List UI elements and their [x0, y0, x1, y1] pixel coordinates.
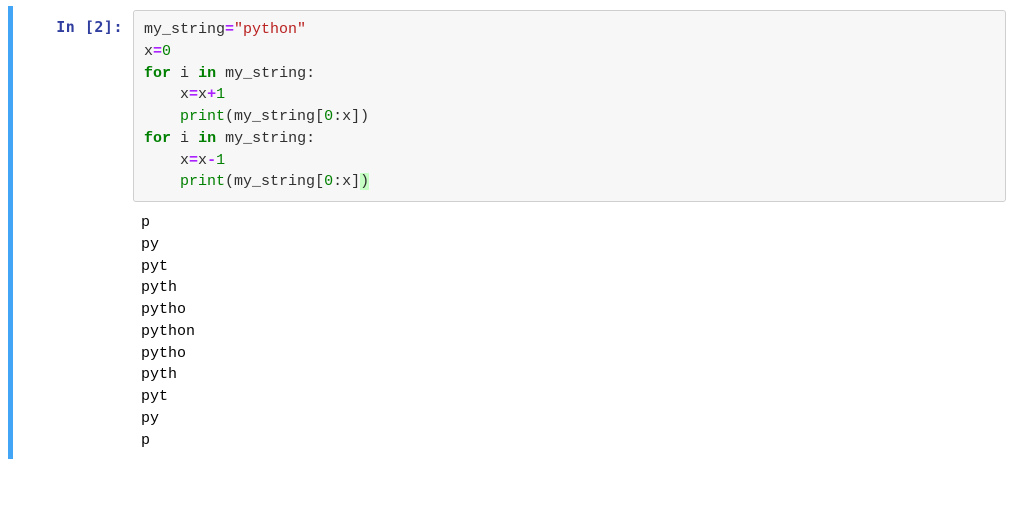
code-token: x: [144, 43, 153, 60]
cell-output: p py pyt pyth pytho python pytho pyth py…: [133, 202, 1006, 455]
code-token: 0: [324, 173, 333, 190]
cell-content: my_string="python" x=0 for i in my_strin…: [133, 10, 1016, 455]
notebook-cell: In [2]: my_string="python" x=0 for i in …: [8, 6, 1016, 459]
indent: [144, 173, 180, 190]
code-token: ]: [351, 108, 360, 125]
code-token: x: [342, 108, 351, 125]
code-token: 1: [216, 152, 225, 169]
code-token: in: [198, 65, 216, 82]
code-token: 0: [162, 43, 171, 60]
code-token: for: [144, 130, 171, 147]
indent: [144, 152, 180, 169]
code-token: :: [333, 173, 342, 190]
code-token: x: [342, 173, 351, 190]
code-token: [: [315, 108, 324, 125]
output-line: py: [141, 410, 159, 427]
code-token: ): [360, 108, 369, 125]
code-token: print: [180, 173, 225, 190]
code-token: =: [153, 43, 162, 60]
output-line: python: [141, 323, 195, 340]
code-token: "python": [234, 21, 306, 38]
prompt-label: In [2]:: [56, 18, 123, 36]
code-token: x: [180, 86, 189, 103]
code-token: :: [306, 65, 315, 82]
output-line: pyt: [141, 258, 168, 275]
code-token: :: [306, 130, 315, 147]
code-token: my_string: [234, 108, 315, 125]
code-token: x: [180, 152, 189, 169]
code-token: ]: [351, 173, 360, 190]
output-line: pyth: [141, 279, 177, 296]
code-token: (: [225, 173, 234, 190]
code-token: i: [180, 130, 189, 147]
code-token: [: [315, 173, 324, 190]
output-line: pytho: [141, 301, 186, 318]
code-token: :: [333, 108, 342, 125]
code-token: my_string: [225, 130, 306, 147]
code-token: =: [189, 152, 198, 169]
code-token: ): [360, 173, 369, 190]
code-token: i: [180, 65, 189, 82]
output-line: pyt: [141, 388, 168, 405]
output-line: pyth: [141, 366, 177, 383]
code-token: =: [189, 86, 198, 103]
code-token: -: [207, 152, 216, 169]
code-token: 1: [216, 86, 225, 103]
code-token: (: [225, 108, 234, 125]
code-token: =: [225, 21, 234, 38]
code-token: for: [144, 65, 171, 82]
indent: [144, 86, 180, 103]
code-token: +: [207, 86, 216, 103]
output-line: py: [141, 236, 159, 253]
code-token: my_string: [144, 21, 225, 38]
indent: [144, 108, 180, 125]
code-token: my_string: [225, 65, 306, 82]
output-line: pytho: [141, 345, 186, 362]
code-token: in: [198, 130, 216, 147]
input-prompt: In [2]:: [13, 10, 133, 455]
code-token: print: [180, 108, 225, 125]
code-token: 0: [324, 108, 333, 125]
code-input[interactable]: my_string="python" x=0 for i in my_strin…: [133, 10, 1006, 202]
output-line: p: [141, 432, 150, 449]
output-line: p: [141, 214, 150, 231]
code-token: x: [198, 152, 207, 169]
code-token: x: [198, 86, 207, 103]
code-token: my_string: [234, 173, 315, 190]
